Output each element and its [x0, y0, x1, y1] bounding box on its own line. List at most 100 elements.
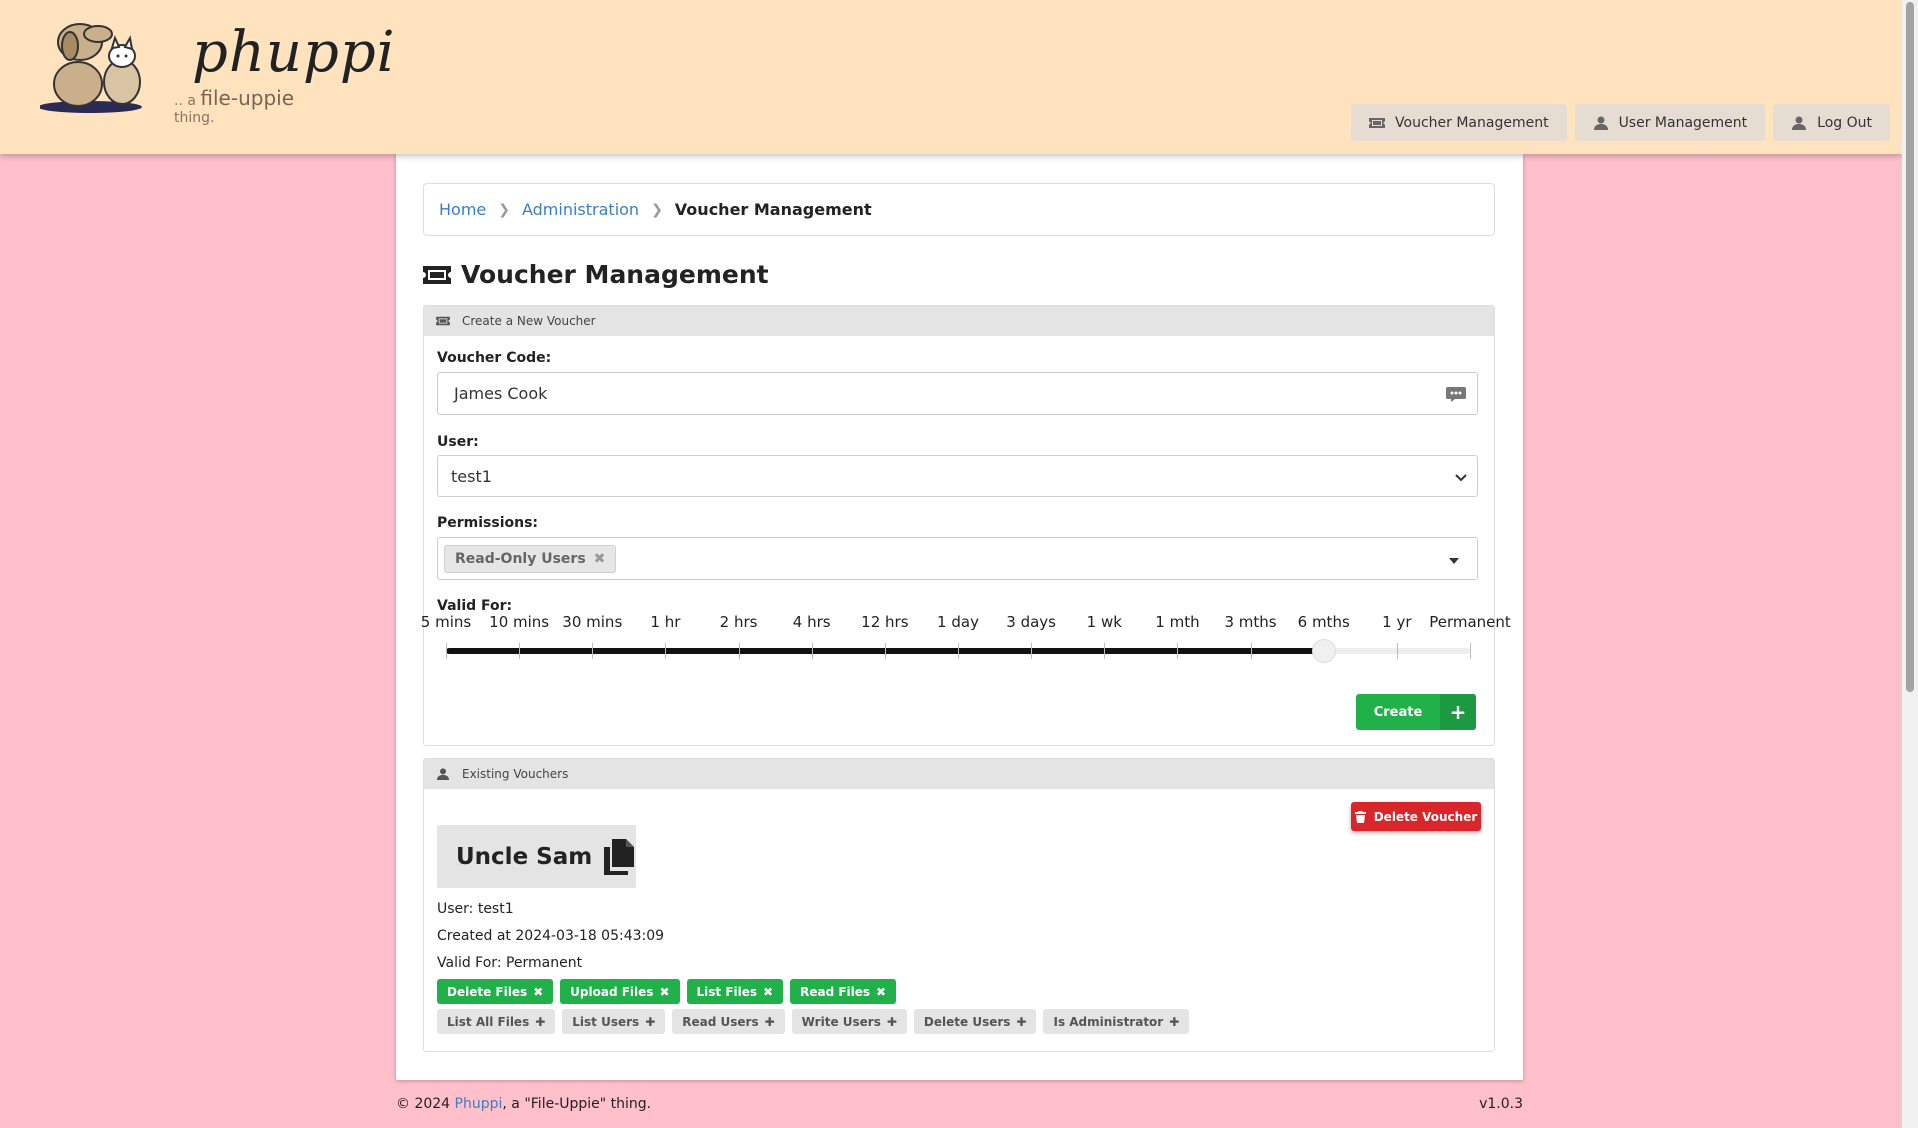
permission-chip-label: Read Users	[682, 1014, 759, 1029]
permission-tag: Read-Only Users ✖	[444, 544, 617, 573]
available-permissions: List All Files ✚ List Users ✚ Read Users ✚ Wri…	[437, 1009, 1190, 1034]
slider-tick	[1470, 643, 1471, 659]
valid-for-label: Valid For:	[437, 598, 513, 614]
duration-label[interactable]: 30 mins	[562, 613, 622, 631]
breadcrumb-home-link[interactable]: Home	[439, 200, 486, 219]
phuppi-logo[interactable]: phuppi .. a file-uppie thing.	[40, 12, 395, 126]
add-permission-icon[interactable]: ✚	[1016, 1015, 1026, 1029]
create-voucher-card-header: Create a New Voucher	[424, 306, 1494, 336]
duration-label[interactable]: 1 yr	[1382, 613, 1411, 631]
remove-permission-icon[interactable]: ✖	[876, 985, 886, 999]
permission-chip-active[interactable]: List Files ✖	[686, 979, 784, 1004]
slider-tick	[1396, 643, 1398, 659]
duration-label[interactable]: 10 mins	[489, 613, 549, 631]
existing-vouchers-card: Existing Vouchers Delete Voucher Uncle S…	[423, 758, 1495, 1052]
existing-vouchers-card-header: Existing Vouchers	[424, 759, 1494, 789]
permission-chip-label: Read Files	[800, 984, 871, 999]
permission-chip-available[interactable]: Is Administrator ✚	[1043, 1009, 1190, 1034]
create-voucher-button[interactable]: Create +	[1356, 694, 1476, 730]
permissions-label: Permissions:	[437, 515, 539, 531]
logo-wordmark: phuppi	[192, 20, 396, 85]
voucher-code-display[interactable]: Uncle Sam	[437, 825, 636, 888]
add-permission-icon[interactable]: ✚	[535, 1015, 545, 1029]
ticket-icon	[1369, 117, 1386, 128]
duration-label[interactable]: 5 mins	[421, 613, 471, 631]
remove-permission-icon[interactable]: ✖	[763, 985, 773, 999]
duration-label[interactable]: 6 mths	[1298, 613, 1350, 631]
scrollbar-thumb[interactable]	[1906, 2, 1914, 692]
voucher-code-input[interactable]: James Cook	[437, 372, 1478, 415]
logo-tagline: .. a file-uppie thing.	[174, 86, 294, 126]
add-permission-icon[interactable]: ✚	[1169, 1015, 1179, 1029]
ticket-icon	[423, 265, 451, 284]
page-footer: © 2024 Phuppi, a "File-Uppie" thing. v1.…	[396, 1096, 1523, 1112]
duration-label[interactable]: 1 day	[937, 613, 979, 631]
permission-chip-label: Upload Files	[570, 984, 654, 999]
nav-logout-button[interactable]: Log Out	[1773, 104, 1890, 141]
duration-label[interactable]: 2 hrs	[720, 613, 758, 631]
add-permission-icon[interactable]: ✚	[645, 1015, 655, 1029]
dropdown-caret-icon[interactable]	[1449, 558, 1459, 564]
permission-chip-label: List Users	[572, 1014, 640, 1029]
breadcrumb-administration-link[interactable]: Administration	[522, 200, 639, 219]
copy-icon[interactable]	[602, 838, 635, 875]
voucher-user: User: test1	[437, 901, 514, 917]
slider-tick	[1250, 643, 1252, 659]
permission-chip-label: Write Users	[801, 1014, 881, 1029]
permission-chip-label: Delete Files	[447, 984, 528, 999]
nav-user-management-button[interactable]: User Management	[1574, 104, 1766, 141]
trash-icon	[1354, 810, 1366, 823]
duration-label[interactable]: 1 wk	[1087, 613, 1122, 631]
chevron-right-icon: ❯	[498, 201, 510, 218]
footer-phuppi-link[interactable]: Phuppi	[455, 1096, 503, 1112]
permission-chip-available[interactable]: List All Files ✚	[437, 1009, 556, 1034]
slider-tick	[446, 643, 447, 659]
page-scrollbar[interactable]	[1902, 0, 1918, 1128]
slider-tick	[811, 643, 813, 659]
user-select[interactable]: test1	[437, 455, 1478, 497]
permission-chip-available[interactable]: Read Users ✚	[672, 1009, 785, 1034]
page-title: Voucher Management	[423, 260, 769, 289]
create-voucher-card: Create a New Voucher Voucher Code: James…	[421, 305, 1511, 746]
dog-cat-logo-icon	[40, 23, 142, 113]
remove-permission-icon[interactable]: ✖	[659, 985, 669, 999]
permission-chip-label: List Files	[696, 984, 758, 999]
permission-chip-label: Delete Users	[923, 1014, 1011, 1029]
slider-tick	[884, 643, 886, 659]
permissions-multiselect[interactable]: Read-Only Users ✖	[437, 537, 1478, 580]
permission-chip-label: List All Files	[447, 1014, 530, 1029]
duration-label[interactable]: 4 hrs	[793, 613, 831, 631]
nav-voucher-management-button[interactable]: Voucher Management	[1351, 104, 1567, 141]
remove-permission-icon[interactable]: ✖	[533, 985, 543, 999]
duration-label[interactable]: 1 mth	[1155, 613, 1199, 631]
permission-chip-active[interactable]: Read Files ✖	[790, 979, 897, 1004]
add-permission-icon[interactable]: ✚	[887, 1015, 897, 1029]
duration-label[interactable]: 1 hr	[650, 613, 680, 631]
top-nav: Voucher Management User Management Log O…	[1351, 104, 1890, 141]
duration-label[interactable]: 3 days	[1006, 613, 1056, 631]
chevron-right-icon: ❯	[651, 201, 663, 218]
generate-code-icon[interactable]	[1445, 386, 1467, 402]
slider-tick	[665, 643, 667, 659]
permission-chip-available[interactable]: List Users ✚	[562, 1009, 666, 1034]
user-icon	[437, 768, 449, 780]
add-permission-icon[interactable]: ✚	[765, 1015, 775, 1029]
permission-chip-active[interactable]: Upload Files ✖	[560, 979, 680, 1004]
voucher-created-at: Created at 2024-03-18 05:43:09	[437, 928, 665, 944]
delete-voucher-button[interactable]: Delete Voucher	[1351, 802, 1481, 831]
duration-label[interactable]: 12 hrs	[861, 613, 908, 631]
remove-tag-icon[interactable]: ✖	[594, 551, 606, 567]
ticket-icon	[436, 316, 450, 326]
slider-tick	[1177, 643, 1179, 659]
permission-chip-active[interactable]: Delete Files ✖	[437, 979, 554, 1004]
permission-chip-available[interactable]: Delete Users ✚	[913, 1009, 1037, 1034]
duration-label[interactable]: Permanent	[1429, 613, 1511, 631]
user-icon	[1593, 116, 1608, 130]
valid-for-slider-labels: 5 mins 10 mins 30 mins 1 hr 2 hrs 4 hrs 12 hrs…	[421, 613, 1511, 633]
duration-label[interactable]: 3 mths	[1224, 613, 1276, 631]
permission-chip-available[interactable]: Write Users ✚	[791, 1009, 907, 1034]
slider-tick	[738, 643, 740, 659]
valid-for-slider-handle[interactable]	[1311, 639, 1336, 663]
user-icon	[1792, 116, 1807, 130]
breadcrumb: Home ❯ Administration ❯ Voucher Manageme…	[423, 183, 1495, 236]
